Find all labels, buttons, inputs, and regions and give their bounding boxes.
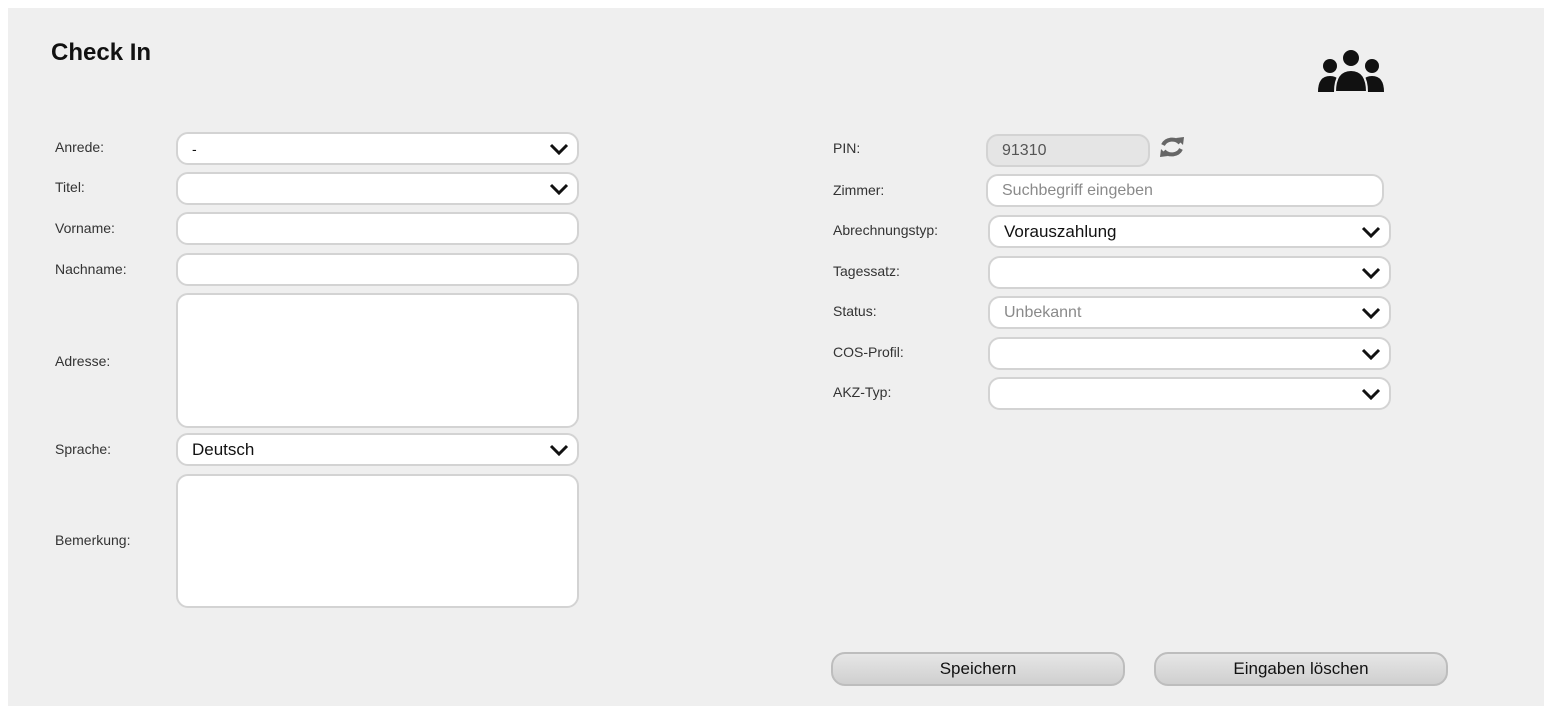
abrechnungstyp-label: Abrechnungstyp: [833,222,939,238]
vorname-input[interactable] [176,212,579,245]
anrede-label: Anrede: [55,139,105,155]
chevron-down-icon [1361,348,1381,360]
zimmer-label: Zimmer: [833,182,885,198]
zimmer-placeholder: Suchbegriff eingeben [1002,181,1153,199]
clear-inputs-button[interactable]: Eingaben löschen [1154,652,1448,686]
pin-label: PIN: [833,140,861,156]
chevron-down-icon [1361,388,1381,400]
status-label: Status: [833,303,877,319]
vorname-label: Vorname: [55,220,115,236]
cos-profil-select[interactable] [988,337,1391,370]
users-group-icon [1318,48,1384,92]
status-value: Unbekannt [1004,303,1082,321]
chevron-down-icon [549,183,569,195]
tagessatz-label: Tagessatz: [833,263,900,279]
sprache-select[interactable]: Deutsch [176,433,579,466]
zimmer-input[interactable]: Suchbegriff eingeben [986,174,1384,207]
sprache-value: Deutsch [192,439,255,459]
anrede-value: - [192,140,197,157]
status-select[interactable]: Unbekannt [988,296,1391,329]
nachname-label: Nachname: [55,261,127,277]
refresh-icon[interactable] [1158,134,1186,160]
pin-field: 91310 [986,134,1150,167]
akz-typ-select[interactable] [988,377,1391,410]
titel-select[interactable] [176,172,579,205]
save-button[interactable]: Speichern [831,652,1125,686]
chevron-down-icon [1361,307,1381,319]
anrede-select[interactable]: - [176,132,579,165]
check-in-panel: Check In Anrede: - Titel: Vorname: Nachn… [8,8,1544,706]
akz-typ-label: AKZ-Typ: [833,384,892,400]
tagessatz-select[interactable] [988,256,1391,289]
pin-value: 91310 [1002,141,1047,159]
abrechnungstyp-select[interactable]: Vorauszahlung [988,215,1391,248]
cos-profil-label: COS-Profil: [833,344,904,360]
chevron-down-icon [549,444,569,456]
adresse-textarea[interactable] [176,293,579,428]
chevron-down-icon [1361,267,1381,279]
adresse-label: Adresse: [55,353,111,369]
bemerkung-textarea[interactable] [176,474,579,608]
chevron-down-icon [549,143,569,155]
nachname-input[interactable] [176,253,579,286]
bemerkung-label: Bemerkung: [55,532,131,548]
chevron-down-icon [1361,226,1381,238]
abrechnungstyp-value: Vorauszahlung [1004,221,1117,241]
page-title: Check In [51,39,152,66]
sprache-label: Sprache: [55,441,112,457]
titel-label: Titel: [55,179,85,195]
